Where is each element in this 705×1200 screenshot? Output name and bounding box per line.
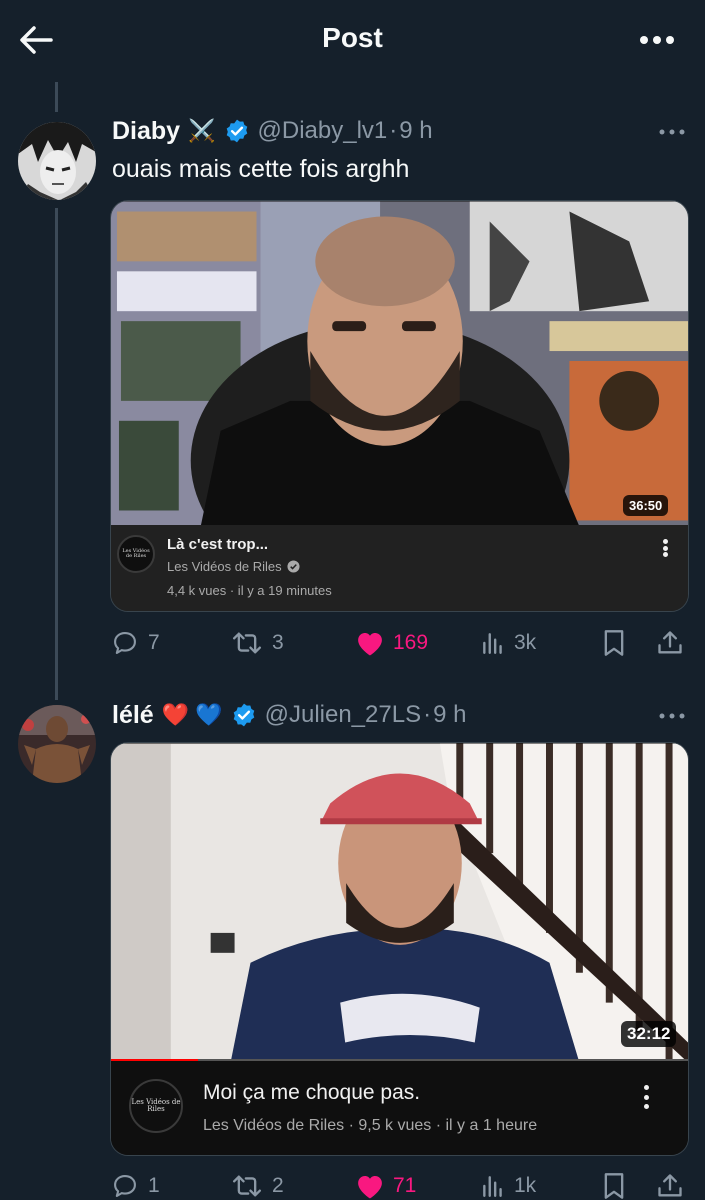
verified-badge-icon xyxy=(231,702,257,728)
repost-count: 3 xyxy=(272,631,284,654)
more-horizontal-icon xyxy=(659,713,685,719)
name-emoji: ❤️ 💙 xyxy=(161,702,223,727)
like-count: 169 xyxy=(393,631,429,654)
video-thumbnail[interactable] xyxy=(111,743,688,1063)
video-duration: 32:12 xyxy=(621,1021,677,1047)
post-actions: 1 2 71 1k xyxy=(110,1166,690,1200)
channel-logo[interactable]: Les Vidéos de Riles xyxy=(117,535,155,573)
video-meta: Les Vidéos de Riles Moi ça me choque pas… xyxy=(111,1061,688,1155)
channel-logo[interactable]: Les Vidéos de Riles xyxy=(129,1079,183,1133)
page-title: Post xyxy=(322,22,383,53)
like-button[interactable]: 169 xyxy=(355,623,428,663)
video-duration: 36:50 xyxy=(623,495,669,516)
channel-row: Les Vidéos de Riles xyxy=(167,559,300,574)
separator-dot: · xyxy=(423,701,432,728)
share-button[interactable] xyxy=(656,623,684,663)
share-icon xyxy=(658,1174,682,1197)
repost-count: 2 xyxy=(272,1174,284,1197)
verified-badge-icon xyxy=(224,118,250,144)
view-count: 3k xyxy=(514,631,537,654)
more-horizontal-icon xyxy=(640,36,674,44)
reply-count: 1 xyxy=(148,1174,160,1197)
repost-button[interactable]: 2 xyxy=(230,1166,284,1200)
video-stats: 4,4 k vues · il y a 19 minutes xyxy=(167,583,332,598)
post-header: Diaby ⚔️ @Diaby_lv1 · 9 h xyxy=(112,114,433,148)
timestamp[interactable]: 9 h xyxy=(399,117,432,145)
post-text: ouais mais cette fois arghh xyxy=(112,155,410,183)
video-menu-icon[interactable] xyxy=(655,539,675,557)
display-name[interactable]: Diaby xyxy=(112,117,180,146)
bookmark-icon xyxy=(604,630,624,656)
more-options-button[interactable] xyxy=(635,22,679,58)
thread-connector xyxy=(55,208,58,700)
bookmark-button[interactable] xyxy=(602,1166,626,1200)
thread-connector-top xyxy=(55,82,58,112)
bookmark-button[interactable] xyxy=(602,623,626,663)
user-handle[interactable]: @Julien_27LS xyxy=(265,701,421,729)
repost-icon xyxy=(233,632,261,654)
video-menu-icon[interactable] xyxy=(636,1085,656,1109)
separator-dot: · xyxy=(389,117,398,144)
post-actions: 7 3 169 3k xyxy=(110,623,690,663)
channel-verified-icon xyxy=(287,560,300,573)
like-button[interactable]: 71 xyxy=(355,1166,416,1200)
channel-name[interactable]: Les Vidéos de Riles xyxy=(167,559,282,574)
video-card[interactable]: 32:12 Les Vidéos de Riles Moi ça me choq… xyxy=(110,742,689,1156)
post-more-button[interactable] xyxy=(654,704,690,728)
heart-filled-icon xyxy=(358,633,382,656)
video-channel-stats: Les Vidéos de Riles · 9,5 k vues · il y … xyxy=(203,1117,538,1134)
reply-button[interactable]: 7 xyxy=(110,623,160,663)
repost-button[interactable]: 3 xyxy=(230,623,284,663)
display-name[interactable]: lélé xyxy=(112,701,154,730)
view-count: 1k xyxy=(514,1174,537,1197)
reply-count: 7 xyxy=(148,631,160,654)
share-icon xyxy=(658,631,682,654)
reply-icon xyxy=(114,1175,136,1197)
reply-icon xyxy=(114,632,136,654)
name-emoji: ⚔️ xyxy=(188,118,216,143)
video-card[interactable]: 36:50 Les Vidéos de Riles Là c'est trop.… xyxy=(110,200,689,612)
views-button[interactable]: 1k xyxy=(480,1166,536,1200)
top-bar: Post xyxy=(0,0,705,82)
avatar[interactable] xyxy=(18,705,96,783)
post-more-button[interactable] xyxy=(654,120,690,144)
analytics-icon xyxy=(483,1176,502,1197)
video-title[interactable]: Moi ça me choque pas. xyxy=(203,1081,420,1105)
timestamp[interactable]: 9 h xyxy=(433,701,466,729)
analytics-icon xyxy=(483,633,502,654)
heart-filled-icon xyxy=(358,1176,382,1199)
video-thumbnail[interactable] xyxy=(111,201,688,527)
repost-icon xyxy=(233,1175,261,1197)
views-button[interactable]: 3k xyxy=(480,623,536,663)
user-handle[interactable]: @Diaby_lv1 xyxy=(258,117,388,145)
bookmark-icon xyxy=(604,1173,624,1199)
share-button[interactable] xyxy=(656,1166,684,1200)
video-meta: Les Vidéos de Riles Là c'est trop... Les… xyxy=(111,525,688,611)
reply-button[interactable]: 1 xyxy=(110,1166,160,1200)
more-horizontal-icon xyxy=(659,129,685,135)
post-header: lélé ❤️ 💙 @Julien_27LS · 9 h xyxy=(112,698,466,732)
video-title[interactable]: Là c'est trop... xyxy=(167,536,268,553)
like-count: 71 xyxy=(393,1174,417,1197)
avatar[interactable] xyxy=(18,122,96,200)
